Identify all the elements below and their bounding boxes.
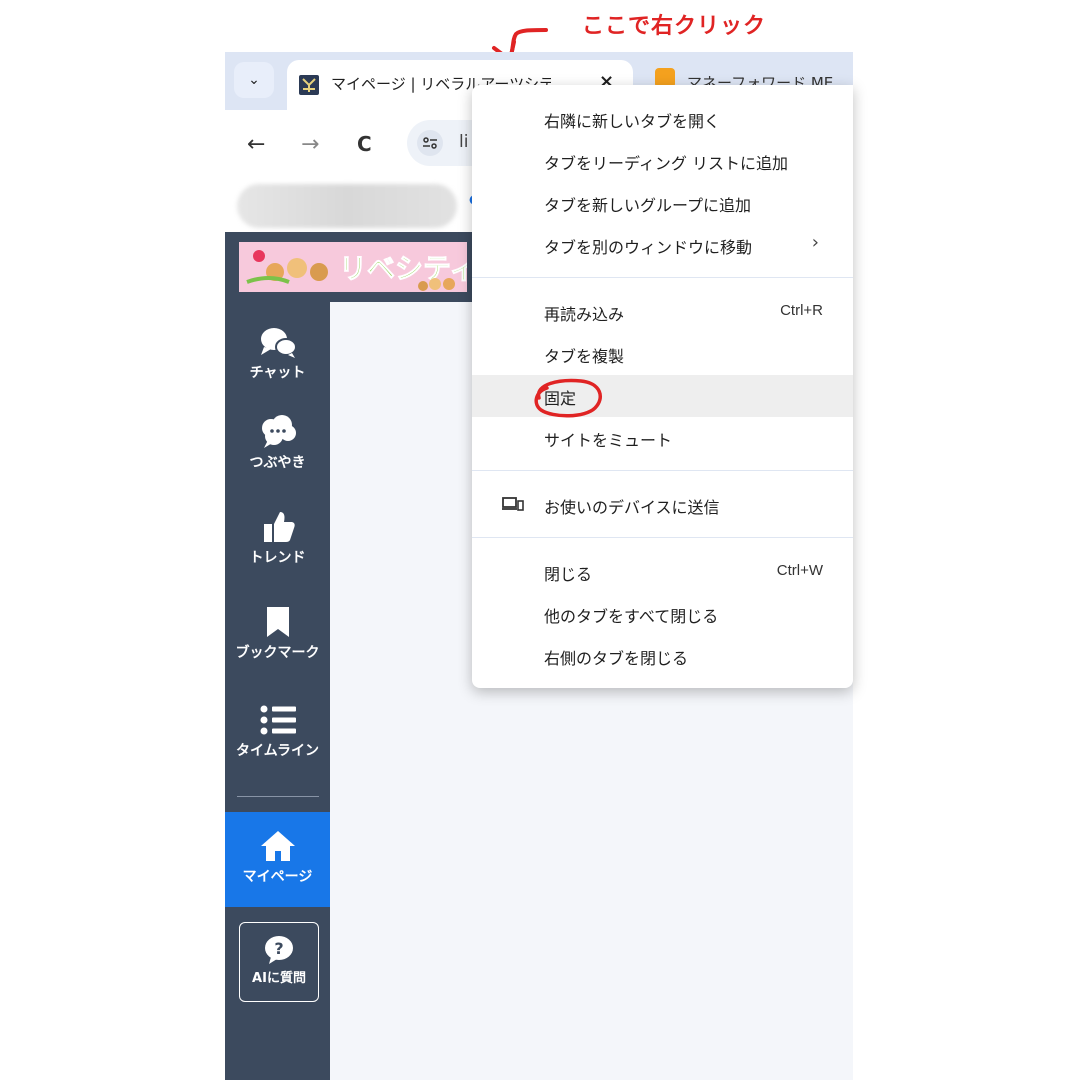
menu-item-label: お使いのデバイスに送信 (544, 498, 720, 517)
menu-shortcut: Ctrl+W (776, 562, 823, 579)
menu-item-label: タブをリーディング リストに追加 (544, 154, 788, 173)
ask-ai-button[interactable]: ? AIに質問 (239, 922, 319, 1002)
thumbs-up-icon (225, 507, 330, 547)
sidebar-divider (237, 796, 319, 797)
sidebar: チャット つぶやき トレンド ブックマーク タイムライン マイページ ? AIに… (225, 302, 330, 1080)
menu-separator (472, 537, 853, 538)
site-favicon-icon (299, 75, 319, 95)
devices-icon (502, 497, 524, 511)
sidebar-item-timeline[interactable]: タイムライン (225, 700, 330, 760)
sidebar-item-label: AIに質問 (252, 971, 306, 986)
question-bubble-icon: ? (239, 933, 319, 967)
chat-bubbles-icon (225, 322, 330, 362)
menu-item-close[interactable]: 閉じる Ctrl+W (472, 551, 853, 593)
menu-item-reload[interactable]: 再読み込み Ctrl+R (472, 291, 853, 333)
sidebar-item-label: チャット (249, 365, 306, 381)
tab-search-button[interactable]: ⌄ (234, 62, 274, 98)
reload-icon[interactable]: C (357, 132, 372, 156)
cloud-bubble-icon (225, 412, 330, 452)
menu-item-move-to-window[interactable]: タブを別のウィンドウに移動 › (472, 224, 853, 266)
sidebar-item-chat[interactable]: チャット (225, 322, 330, 382)
menu-item-add-to-reading-list[interactable]: タブをリーディング リストに追加 (472, 140, 853, 182)
sidebar-item-label: ブックマーク (235, 645, 320, 661)
menu-item-label: 閉じる (544, 565, 593, 584)
annotation-text: ここで右クリック (582, 14, 767, 39)
sidebar-item-mypage[interactable]: マイページ (225, 812, 330, 907)
sidebar-item-label: トレンド (249, 550, 306, 566)
forward-icon[interactable]: → (301, 132, 319, 157)
blurred-bookmark[interactable] (237, 184, 457, 228)
address-text: li (459, 132, 469, 152)
bookmark-icon (225, 602, 330, 642)
menu-item-label: タブを新しいグループに追加 (544, 196, 752, 215)
annotation-circle (534, 378, 602, 418)
menu-item-label: タブを別のウィンドウに移動 (544, 238, 753, 257)
chevron-right-icon: › (811, 232, 819, 253)
menu-item-add-to-group[interactable]: タブを新しいグループに追加 (472, 182, 853, 224)
svg-text:?: ? (274, 939, 283, 958)
tune-icon[interactable] (417, 130, 443, 156)
menu-shortcut: Ctrl+R (780, 302, 823, 319)
sidebar-item-bookmark[interactable]: ブックマーク (225, 602, 330, 662)
sidebar-item-trend[interactable]: トレンド (225, 507, 330, 567)
menu-item-close-right[interactable]: 右側のタブを閉じる (472, 635, 853, 677)
sidebar-item-label: つぶやき (249, 455, 306, 471)
site-logo[interactable]: リベシティ (239, 242, 467, 292)
list-icon (225, 700, 330, 740)
menu-item-label: 右隣に新しいタブを開く (544, 112, 721, 131)
menu-item-close-others[interactable]: 他のタブをすべて閉じる (472, 593, 853, 635)
sidebar-item-tsubuyaki[interactable]: つぶやき (225, 412, 330, 472)
sidebar-item-label: マイページ (242, 869, 313, 885)
menu-item-label: タブを複製 (544, 347, 625, 366)
menu-item-label: 右側のタブを閉じる (544, 649, 689, 668)
back-icon[interactable]: ← (247, 132, 265, 157)
menu-item-new-tab-right[interactable]: 右隣に新しいタブを開く (472, 98, 853, 140)
menu-separator (472, 470, 853, 471)
chevron-down-icon: ⌄ (248, 72, 260, 88)
home-icon (225, 826, 330, 866)
site-header: リベシティ (225, 232, 473, 302)
menu-item-label: 再読み込み (544, 305, 625, 324)
menu-separator (472, 277, 853, 278)
sidebar-item-label: タイムライン (235, 743, 320, 759)
menu-item-send-to-devices[interactable]: お使いのデバイスに送信 (472, 484, 853, 526)
menu-item-label: サイトをミュート (544, 431, 673, 450)
menu-item-duplicate[interactable]: タブを複製 (472, 333, 853, 375)
menu-item-label: 他のタブをすべて閉じる (544, 607, 719, 626)
menu-item-mute-site[interactable]: サイトをミュート (472, 417, 853, 459)
